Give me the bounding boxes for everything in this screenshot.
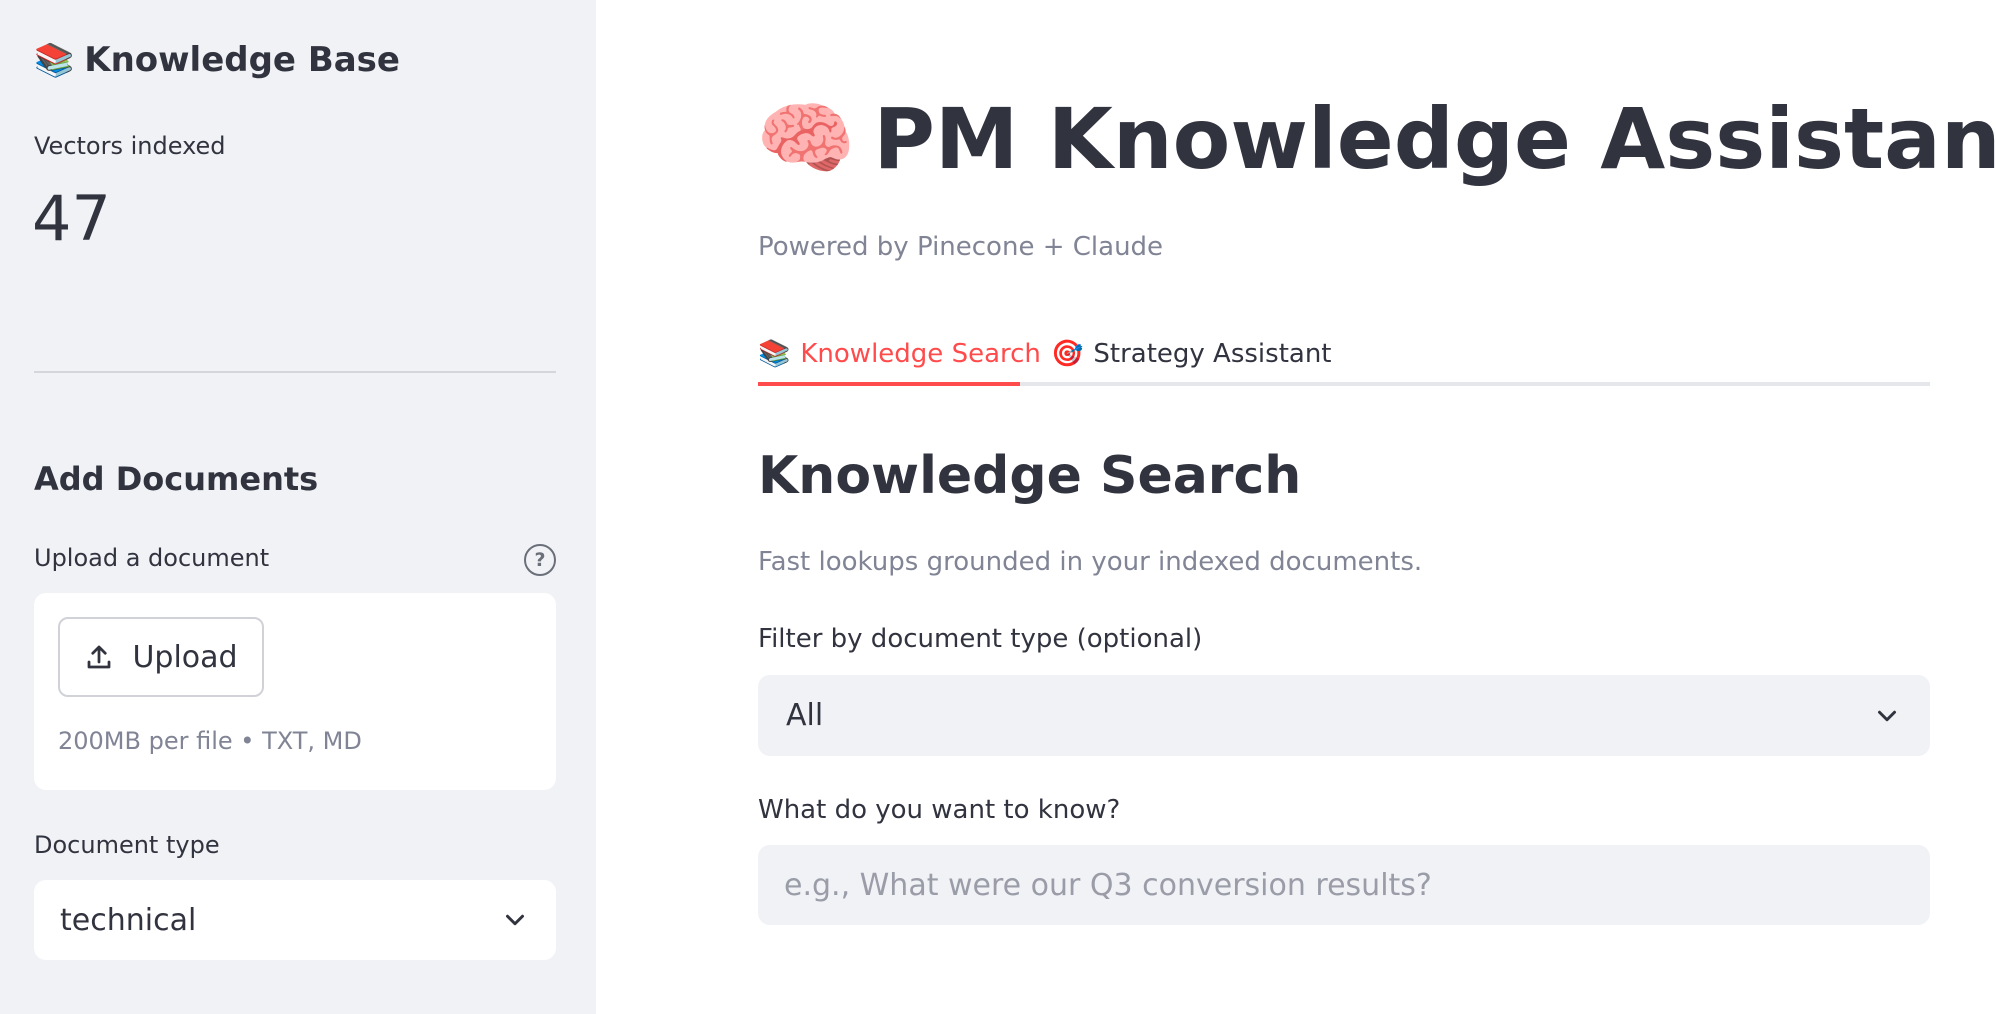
- tab-label: Strategy Assistant: [1093, 339, 1332, 369]
- target-icon: 🎯: [1051, 339, 1084, 369]
- filter-label: Filter by document type (optional): [758, 624, 1203, 654]
- tab-label: Knowledge Search: [800, 339, 1041, 369]
- file-dropzone[interactable]: Upload 200MB per file • TXT, MD: [34, 593, 556, 790]
- question-input[interactable]: [758, 845, 1930, 925]
- sidebar-title: 📚 Knowledge Base: [34, 40, 400, 80]
- question-label: What do you want to know?: [758, 795, 1121, 825]
- filter-select[interactable]: All: [758, 675, 1930, 756]
- upload-button-label: Upload: [132, 639, 238, 675]
- books-icon: 📚: [758, 339, 791, 369]
- chevron-down-icon: [506, 914, 524, 926]
- document-type-select[interactable]: technical: [34, 880, 556, 960]
- help-icon[interactable]: ?: [524, 544, 556, 576]
- tab-strategy-assistant[interactable]: 🎯 Strategy Assistant: [1051, 326, 1332, 382]
- sidebar: 📚 Knowledge Base Vectors indexed 47 Add …: [0, 0, 596, 1014]
- page-title: 🧠 PM Knowledge Assistant: [756, 90, 1996, 188]
- tab-bar: 📚 Knowledge Search 🎯 Strategy Assistant: [758, 320, 1930, 386]
- upload-note: 200MB per file • TXT, MD: [58, 727, 362, 755]
- page-title-text: PM Knowledge Assistant: [873, 90, 1996, 188]
- document-type-value: technical: [60, 902, 197, 938]
- add-documents-heading: Add Documents: [34, 460, 319, 498]
- section-heading: Knowledge Search: [758, 446, 1302, 506]
- books-icon: 📚: [34, 41, 75, 79]
- active-tab-indicator: [758, 382, 1020, 386]
- upload-label: Upload a document: [34, 544, 270, 572]
- page-caption: Powered by Pinecone + Claude: [758, 232, 1164, 262]
- section-subtitle: Fast lookups grounded in your indexed do…: [758, 547, 1423, 577]
- tab-knowledge-search[interactable]: 📚 Knowledge Search: [758, 326, 1041, 382]
- document-type-label: Document type: [34, 831, 220, 859]
- filter-value: All: [786, 698, 824, 733]
- sidebar-title-text: Knowledge Base: [84, 40, 400, 80]
- upload-icon: [88, 645, 111, 669]
- metric-value: 47: [32, 182, 111, 255]
- metric-label: Vectors indexed: [34, 132, 226, 160]
- upload-button[interactable]: Upload: [58, 617, 264, 697]
- brain-icon: 🧠: [756, 92, 856, 185]
- sidebar-divider: [34, 371, 556, 373]
- chevron-down-icon: [1878, 710, 1896, 721]
